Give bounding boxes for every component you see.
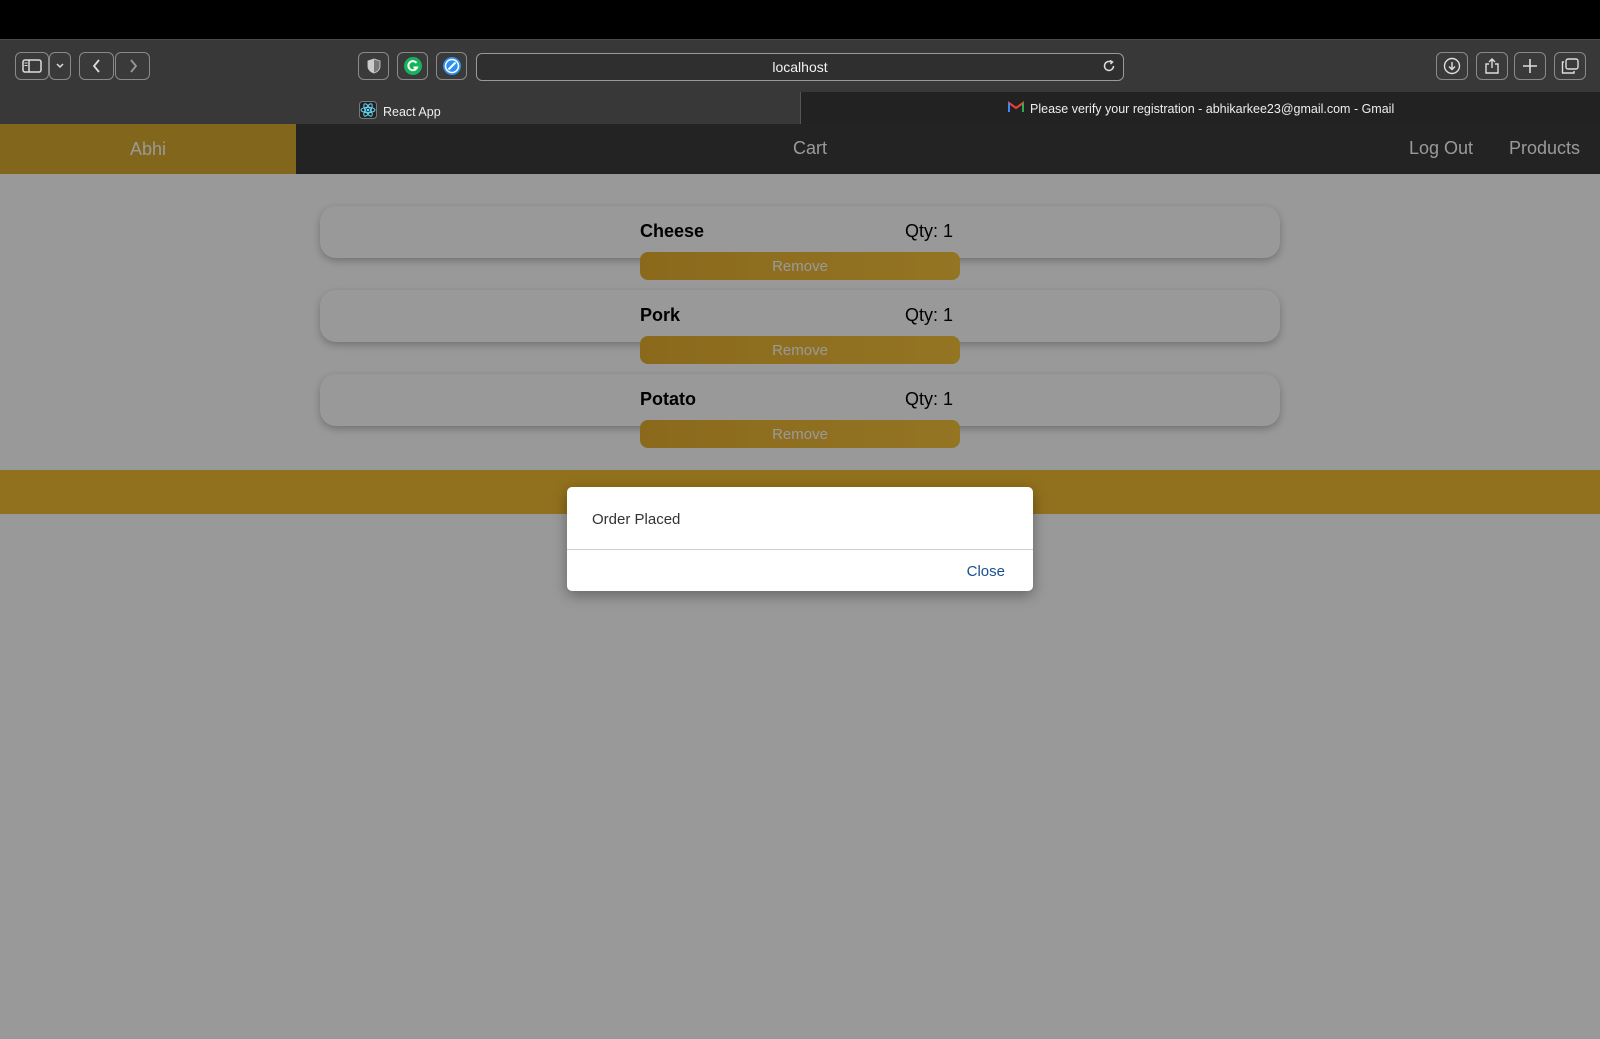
sidebar-icon [22, 59, 42, 73]
share-icon [1484, 57, 1500, 75]
back-button[interactable] [79, 52, 114, 80]
chevron-down-icon [55, 62, 65, 70]
dialog-message: Order Placed [592, 511, 681, 528]
plus-icon [1522, 58, 1538, 74]
chevron-right-icon [127, 58, 139, 74]
chevron-left-icon [91, 58, 103, 74]
react-icon [359, 101, 377, 122]
dialog-close-button[interactable]: Close [967, 563, 1005, 580]
browser-toolbar: localhost [0, 39, 1600, 92]
address-bar[interactable]: localhost [476, 53, 1124, 81]
tab-label: Please verify your registration - abhika… [1030, 101, 1395, 116]
extension-button[interactable] [436, 52, 467, 80]
tab-gmail[interactable]: Please verify your registration - abhika… [800, 92, 1600, 124]
compass-icon [442, 56, 462, 76]
reload-icon[interactable] [1101, 58, 1117, 79]
tab-strip: React App Please verify your registratio… [0, 92, 1600, 124]
grammarly-icon [403, 56, 423, 76]
sidebar-menu-button[interactable] [49, 52, 71, 80]
top-black-strip [0, 0, 1600, 39]
tab-react-app[interactable]: React App [0, 92, 800, 124]
gmail-icon [1008, 101, 1024, 116]
downloads-button[interactable] [1436, 52, 1468, 80]
grammarly-extension-button[interactable] [397, 52, 428, 80]
share-button[interactable] [1476, 52, 1508, 80]
privacy-shield-button[interactable] [358, 52, 389, 80]
alert-dialog: Order Placed Close [567, 487, 1033, 591]
tab-overview-button[interactable] [1554, 52, 1586, 80]
tabs-icon [1561, 58, 1579, 74]
new-tab-button[interactable] [1514, 52, 1546, 80]
url-text: localhost [772, 59, 828, 75]
download-icon [1443, 57, 1461, 75]
tab-label: React App [383, 104, 441, 119]
shield-icon [367, 58, 381, 74]
sidebar-toggle-button[interactable] [15, 52, 49, 80]
forward-button[interactable] [115, 52, 150, 80]
dialog-divider [567, 549, 1033, 550]
